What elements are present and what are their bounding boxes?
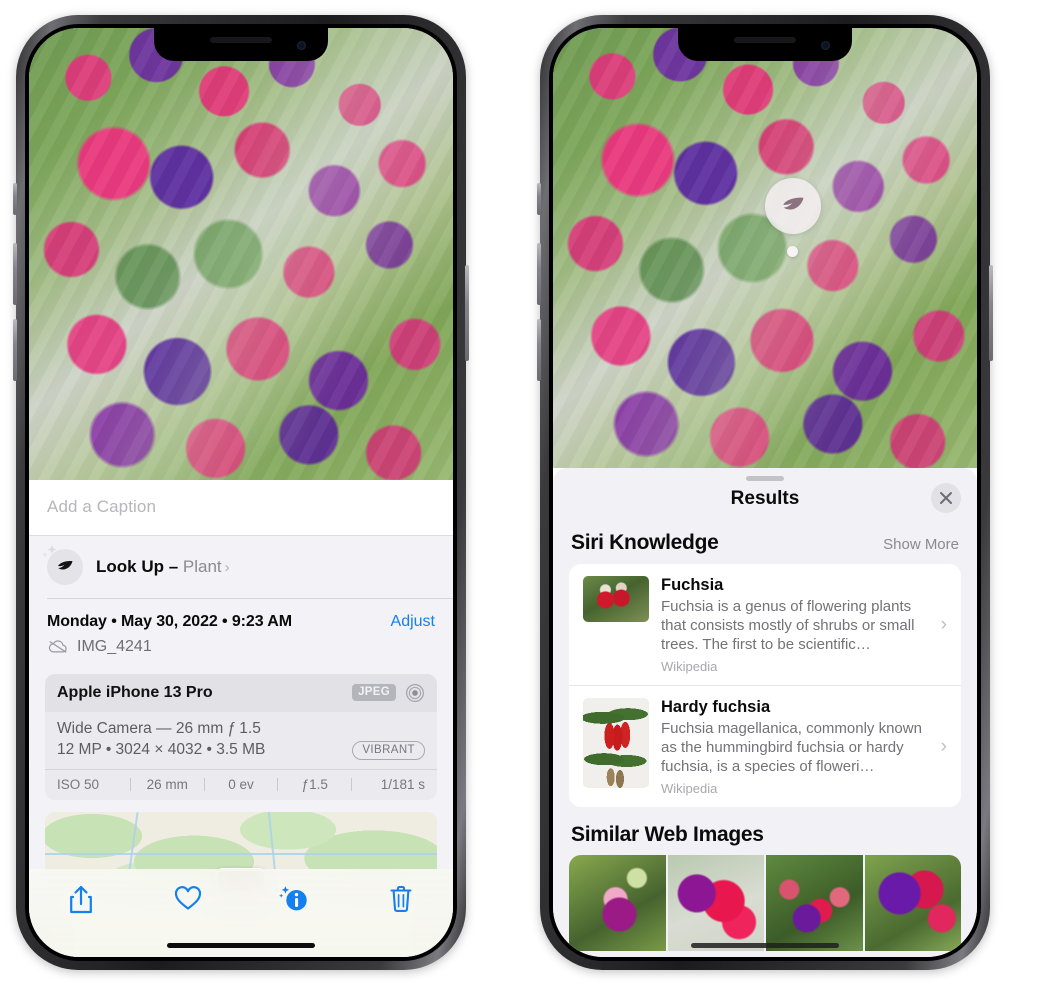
list-item[interactable]: Hardy fuchsia Fuchsia magellanica, commo… [569, 685, 961, 807]
exif-exposure: 0 ev [228, 776, 254, 792]
similar-image-thumbnail[interactable] [569, 855, 666, 951]
result-thumbnail [583, 576, 649, 622]
metadata-block: Monday • May 30, 2022 • 9:23 AM Adjust I… [29, 599, 453, 666]
caption-placeholder: Add a Caption [47, 497, 157, 516]
result-title: Hardy fuchsia [661, 698, 771, 716]
icloud-slash-icon [48, 640, 67, 653]
caption-field[interactable]: Add a Caption [29, 480, 453, 536]
look-up-icon-wrap [42, 545, 83, 585]
screen-left: Add a Caption Look Up – Plant › Monday •… [29, 28, 453, 957]
power-button[interactable] [989, 265, 993, 361]
front-camera [297, 41, 306, 50]
volume-down-button[interactable] [537, 319, 541, 381]
siri-knowledge-card: Fuchsia Fuchsia is a genus of flowering … [569, 564, 961, 807]
photo-viewer[interactable] [553, 28, 977, 468]
device-bezel-right: Results Siri Knowledge Show More Fuchsia… [549, 24, 981, 961]
image-specs: 12 MP • 3024 × 4032 • 3.5 MB [57, 741, 266, 758]
filename-row: IMG_4241 [47, 638, 435, 656]
exif-row: ISO 50 26 mm 0 ev ƒ1.5 1/181 s [45, 768, 437, 800]
similar-web-images-title: Similar Web Images [571, 823, 764, 846]
trash-icon [390, 885, 412, 912]
chevron-right-icon: › [940, 613, 947, 635]
siri-knowledge-title: Siri Knowledge [571, 531, 719, 554]
lens-circle-icon [406, 683, 424, 702]
result-thumbnail [583, 698, 649, 788]
map-road [45, 853, 437, 856]
front-camera [821, 41, 830, 50]
leaf-icon [783, 197, 804, 210]
siri-knowledge-header: Siri Knowledge Show More [553, 523, 977, 564]
screen-right: Results Siri Knowledge Show More Fuchsia… [553, 28, 977, 957]
device-bezel-left: Add a Caption Look Up – Plant › Monday •… [25, 24, 457, 961]
close-icon [940, 492, 952, 504]
chevron-right-icon: › [224, 559, 230, 576]
photo-filename: IMG_4241 [77, 637, 152, 655]
result-source: Wikipedia [661, 781, 718, 796]
power-button[interactable] [465, 265, 469, 361]
sparkles-icon [42, 545, 57, 558]
similar-web-images-header: Similar Web Images [553, 807, 977, 855]
heart-icon [174, 886, 201, 910]
similar-web-images-strip[interactable] [569, 855, 961, 951]
iphone-device-right: Results Siri Knowledge Show More Fuchsia… [537, 15, 993, 970]
lens-description: Wide Camera — 26 mm ƒ 1.5 [57, 719, 261, 737]
photo-info-sheet: Add a Caption Look Up – Plant › Monday •… [29, 480, 453, 957]
info-button[interactable] [272, 885, 316, 913]
delete-button[interactable] [379, 885, 423, 913]
look-up-label: Look Up – Plant › [96, 557, 230, 577]
result-snippet: Fuchsia magellanica, commonly known as t… [661, 720, 922, 775]
camera-model: Apple iPhone 13 Pro [57, 683, 213, 701]
iphone-device-left: Add a Caption Look Up – Plant › Monday •… [13, 15, 469, 970]
photo-datetime: Monday • May 30, 2022 • 9:23 AM [47, 612, 292, 630]
volume-down-button[interactable] [13, 319, 17, 381]
camera-card-header: Apple iPhone 13 Pro JPEG [45, 673, 437, 712]
results-sheet: Results Siri Knowledge Show More Fuchsia… [553, 468, 977, 957]
similar-image-thumbnail[interactable] [864, 855, 961, 951]
home-indicator [167, 943, 315, 948]
look-up-subject: Plant [182, 557, 222, 576]
earpiece-speaker [734, 37, 796, 43]
look-up-prefix: Look Up – [96, 557, 183, 576]
close-button[interactable] [931, 483, 961, 513]
visual-lookup-anchor-dot [787, 246, 798, 257]
results-title: Results [730, 488, 800, 509]
info-sparkle-icon [279, 886, 308, 911]
mute-switch[interactable] [537, 183, 541, 215]
notch [154, 28, 328, 61]
chevron-right-icon: › [940, 735, 947, 757]
exif-focal: 26 mm [146, 776, 188, 792]
similar-image-thumbnail[interactable] [766, 855, 863, 951]
result-snippet: Fuchsia is a genus of flowering plants t… [661, 598, 915, 653]
format-badge: JPEG [352, 684, 396, 701]
mute-switch[interactable] [13, 183, 17, 215]
show-more-button[interactable]: Show More [883, 536, 959, 553]
look-up-row[interactable]: Look Up – Plant › [29, 536, 453, 598]
earpiece-speaker [210, 37, 272, 43]
photo-viewer[interactable] [29, 28, 453, 480]
home-indicator [691, 943, 839, 948]
notch [678, 28, 852, 61]
share-button[interactable] [59, 885, 103, 915]
list-item[interactable]: Fuchsia Fuchsia is a genus of flowering … [569, 564, 961, 685]
volume-up-button[interactable] [537, 243, 541, 305]
exif-aperture: ƒ1.5 [301, 776, 328, 792]
similar-image-thumbnail[interactable] [667, 855, 764, 951]
result-title: Fuchsia [661, 576, 724, 594]
share-icon [70, 885, 92, 914]
results-header: Results [553, 481, 977, 523]
camera-info-card[interactable]: Apple iPhone 13 Pro JPEG Wide Camera — 2… [45, 673, 437, 800]
photographic-style-badge: VIBRANT [352, 740, 425, 760]
exif-shutter: 1/181 s [380, 776, 425, 792]
volume-up-button[interactable] [13, 243, 17, 305]
camera-card-body: Wide Camera — 26 mm ƒ 1.5 12 MP • 3024 ×… [45, 712, 437, 769]
visual-lookup-leaf-badge[interactable] [765, 178, 821, 234]
adjust-button[interactable]: Adjust [391, 613, 435, 631]
result-source: Wikipedia [661, 659, 718, 674]
exif-iso: ISO 50 [57, 776, 100, 792]
favorite-button[interactable] [166, 885, 210, 911]
